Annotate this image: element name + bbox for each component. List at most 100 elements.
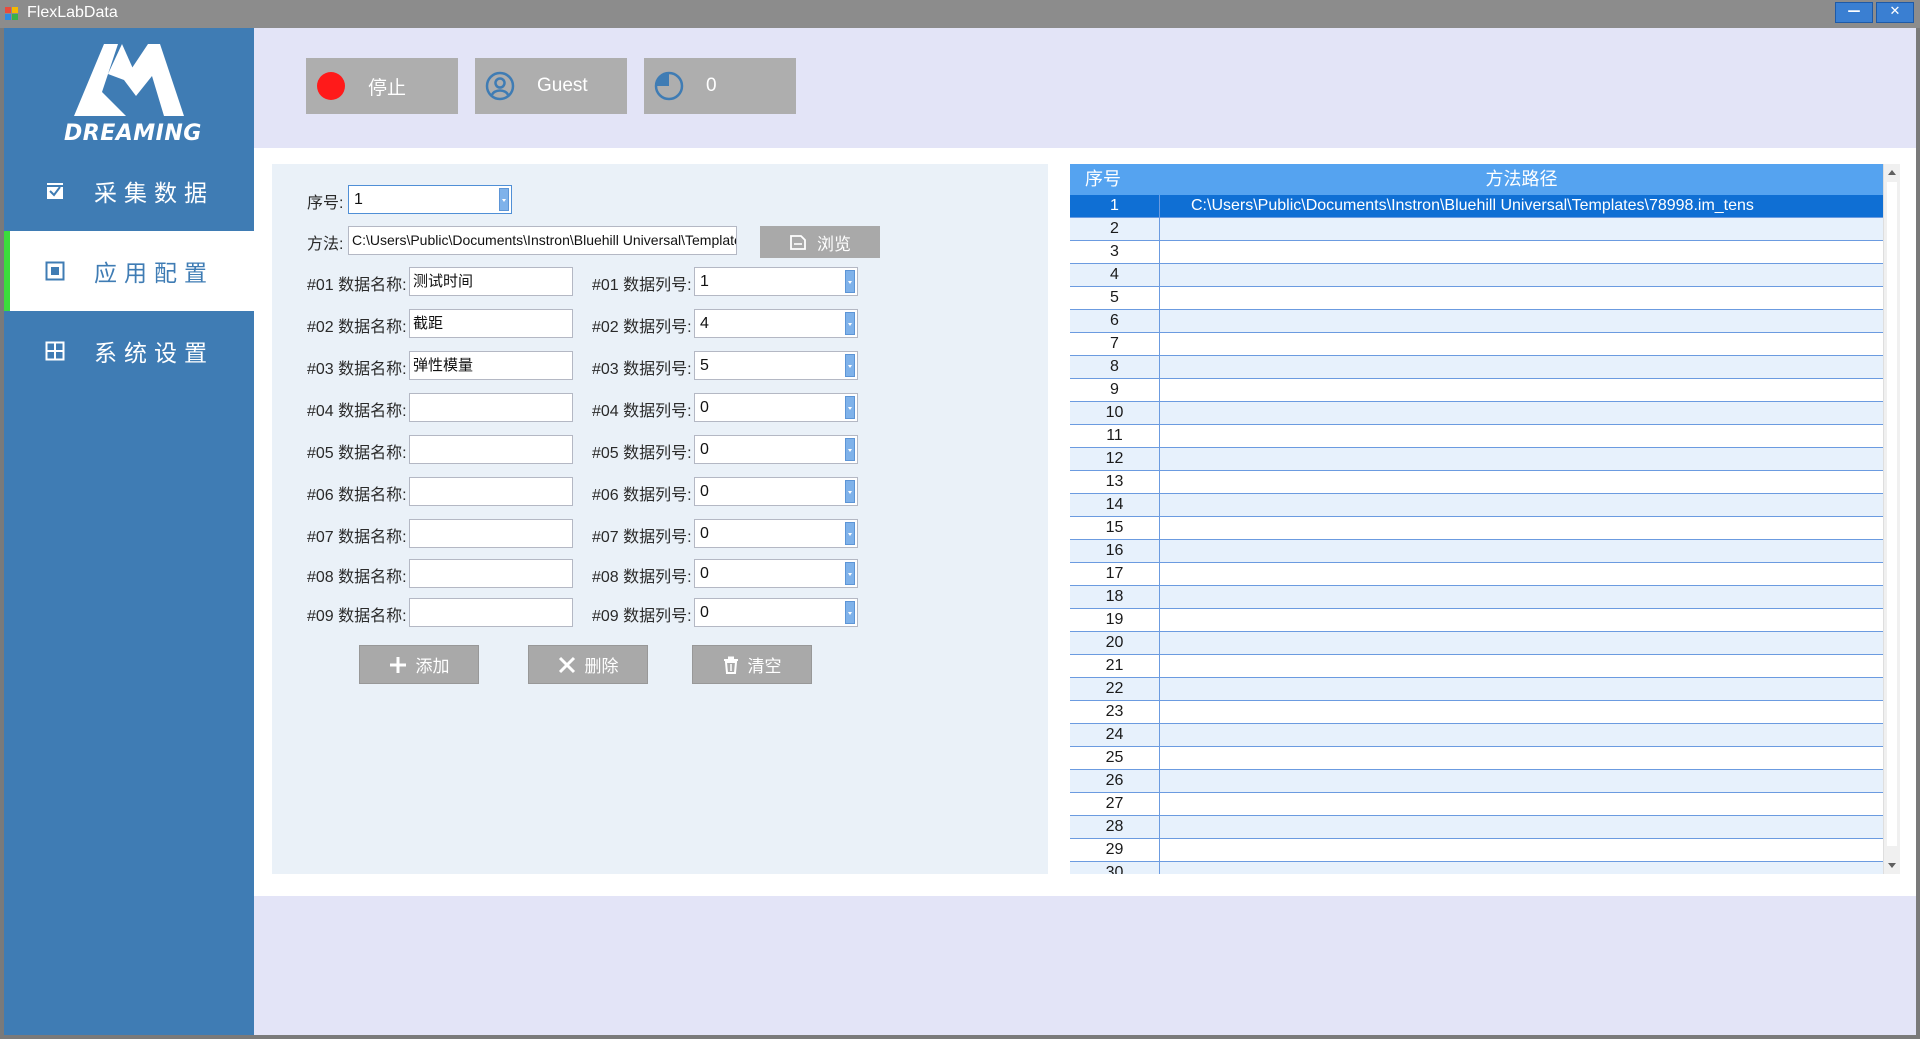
user-button[interactable]: Guest bbox=[475, 58, 627, 114]
data-column-label: #08 数据列号: bbox=[592, 569, 692, 586]
top-toolbar: 停止 Guest 0 bbox=[254, 28, 1916, 148]
scroll-down-icon[interactable] bbox=[1888, 863, 1896, 868]
user-label: Guest bbox=[537, 75, 588, 96]
delete-button[interactable]: 删除 bbox=[528, 645, 648, 684]
scroll-up-icon[interactable] bbox=[1888, 170, 1896, 175]
table-row[interactable]: 3 bbox=[1070, 241, 1883, 264]
counter-button[interactable]: 0 bbox=[644, 58, 796, 114]
table-row[interactable]: 29 bbox=[1070, 839, 1883, 862]
table-row[interactable]: 2 bbox=[1070, 218, 1883, 241]
row-seq-cell: 3 bbox=[1070, 241, 1160, 263]
sidebar-item-label: 系统设置 bbox=[94, 341, 214, 367]
table-row[interactable]: 15 bbox=[1070, 517, 1883, 540]
table-row[interactable]: 19 bbox=[1070, 609, 1883, 632]
method-path-input[interactable]: C:\Users\Public\Documents\Instron\Bluehi… bbox=[348, 226, 737, 255]
table-row[interactable]: 4 bbox=[1070, 264, 1883, 287]
data-name-input[interactable] bbox=[409, 435, 573, 464]
browse-button[interactable]: 浏览 bbox=[760, 226, 880, 258]
row-path-cell bbox=[1160, 586, 1883, 608]
seq-combobox[interactable]: 1 bbox=[348, 185, 512, 214]
sidebar-item-system-settings[interactable]: 系统设置 bbox=[4, 311, 254, 391]
table-row[interactable]: 1 C:\Users\Public\Documents\Instron\Blueh… bbox=[1070, 195, 1883, 218]
table-row[interactable]: 8 bbox=[1070, 356, 1883, 379]
clear-button[interactable]: 清空 bbox=[692, 645, 812, 684]
chevron-down-icon[interactable] bbox=[845, 396, 855, 419]
chevron-down-icon[interactable] bbox=[845, 522, 855, 545]
table-row[interactable]: 27 bbox=[1070, 793, 1883, 816]
table-row[interactable]: 10 bbox=[1070, 402, 1883, 425]
data-column-label: #09 数据列号: bbox=[592, 608, 692, 625]
data-column-combobox[interactable]: 0 bbox=[694, 477, 858, 506]
row-seq-cell: 25 bbox=[1070, 747, 1160, 769]
table-row[interactable]: 23 bbox=[1070, 701, 1883, 724]
vertical-scrollbar[interactable] bbox=[1883, 164, 1900, 874]
row-seq-cell: 26 bbox=[1070, 770, 1160, 792]
row-path-cell bbox=[1160, 218, 1883, 240]
data-name-label: #02 数据名称: bbox=[307, 319, 407, 336]
logo: DREAMING bbox=[64, 36, 204, 166]
table-row[interactable]: 21 bbox=[1070, 655, 1883, 678]
chevron-down-icon[interactable] bbox=[845, 480, 855, 503]
row-path-cell bbox=[1160, 563, 1883, 585]
data-column-combobox[interactable]: 5 bbox=[694, 351, 858, 380]
table-row[interactable]: 28 bbox=[1070, 816, 1883, 839]
data-column-combobox[interactable]: 1 bbox=[694, 267, 858, 296]
data-name-input[interactable] bbox=[409, 598, 573, 627]
chevron-down-icon[interactable] bbox=[845, 270, 855, 293]
table-row[interactable]: 20 bbox=[1070, 632, 1883, 655]
data-column-combobox[interactable]: 0 bbox=[694, 559, 858, 588]
row-seq-cell: 17 bbox=[1070, 563, 1160, 585]
chevron-down-icon[interactable] bbox=[845, 438, 855, 461]
minimize-button[interactable]: — bbox=[1835, 2, 1873, 23]
row-seq-cell: 9 bbox=[1070, 379, 1160, 401]
chevron-down-icon[interactable] bbox=[845, 354, 855, 377]
row-path-cell bbox=[1160, 264, 1883, 286]
table-row[interactable]: 24 bbox=[1070, 724, 1883, 747]
chevron-down-icon[interactable] bbox=[845, 312, 855, 335]
scroll-thumb[interactable] bbox=[1887, 182, 1897, 846]
table-row[interactable]: 6 bbox=[1070, 310, 1883, 333]
table-row[interactable]: 16 bbox=[1070, 540, 1883, 563]
row-seq-cell: 22 bbox=[1070, 678, 1160, 700]
data-name-input[interactable] bbox=[409, 559, 573, 588]
data-name-input[interactable] bbox=[409, 477, 573, 506]
table-row[interactable]: 5 bbox=[1070, 287, 1883, 310]
add-button[interactable]: 添加 bbox=[359, 645, 479, 684]
data-column-combobox[interactable]: 0 bbox=[694, 519, 858, 548]
table-row[interactable]: 25 bbox=[1070, 747, 1883, 770]
table-row[interactable]: 17 bbox=[1070, 563, 1883, 586]
table-row[interactable]: 22 bbox=[1070, 678, 1883, 701]
data-name-input[interactable] bbox=[409, 519, 573, 548]
column-header-path[interactable]: 方法路径 bbox=[1160, 164, 1883, 195]
chevron-down-icon[interactable] bbox=[845, 562, 855, 585]
data-name-input[interactable]: 截距 bbox=[409, 309, 573, 338]
data-column-combobox[interactable]: 0 bbox=[694, 435, 858, 464]
data-name-input[interactable]: 测试时间 bbox=[409, 267, 573, 296]
sidebar-item-collect-data[interactable]: 采集数据 bbox=[4, 151, 254, 231]
data-column-value: 0 bbox=[700, 525, 709, 542]
window-title: FlexLabData bbox=[27, 4, 118, 21]
data-name-input[interactable] bbox=[409, 393, 573, 422]
data-column-combobox[interactable]: 0 bbox=[694, 598, 858, 627]
table-row[interactable]: 9 bbox=[1070, 379, 1883, 402]
chevron-down-icon[interactable] bbox=[845, 601, 855, 624]
chevron-down-icon[interactable] bbox=[499, 188, 509, 211]
table-row[interactable]: 7 bbox=[1070, 333, 1883, 356]
table-row[interactable]: 26 bbox=[1070, 770, 1883, 793]
table-row[interactable]: 30 bbox=[1070, 862, 1883, 874]
table-row[interactable]: 13 bbox=[1070, 471, 1883, 494]
table-row[interactable]: 14 bbox=[1070, 494, 1883, 517]
table-row[interactable]: 12 bbox=[1070, 448, 1883, 471]
row-path-cell bbox=[1160, 678, 1883, 700]
data-column-combobox[interactable]: 0 bbox=[694, 393, 858, 422]
data-name-input[interactable]: 弹性模量 bbox=[409, 351, 573, 380]
stop-button[interactable]: 停止 bbox=[306, 58, 458, 114]
sidebar-item-app-config[interactable]: 应用配置 bbox=[4, 231, 254, 311]
column-header-seq[interactable]: 序号 bbox=[1070, 164, 1160, 195]
row-seq-cell: 20 bbox=[1070, 632, 1160, 654]
table-row[interactable]: 11 bbox=[1070, 425, 1883, 448]
close-button[interactable]: ✕ bbox=[1876, 2, 1914, 23]
table-row[interactable]: 18 bbox=[1070, 586, 1883, 609]
row-seq-cell: 4 bbox=[1070, 264, 1160, 286]
data-column-combobox[interactable]: 4 bbox=[694, 309, 858, 338]
